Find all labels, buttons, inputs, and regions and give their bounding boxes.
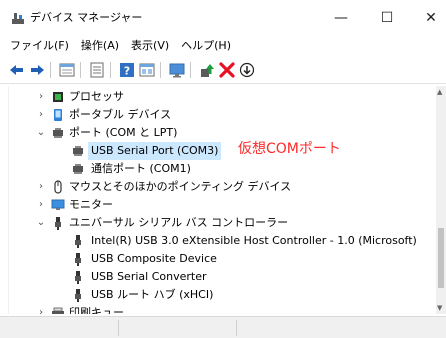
toolbar-separator xyxy=(80,62,81,78)
usb-icon xyxy=(75,235,81,248)
toolbar-separator xyxy=(50,62,51,78)
tree-item-print-queues[interactable]: › 印刷キュー xyxy=(9,304,429,314)
uninstall-icon[interactable] xyxy=(218,61,236,79)
details-icon[interactable] xyxy=(88,61,106,79)
port-icon xyxy=(73,146,83,156)
usb-icon xyxy=(55,217,61,230)
menu-action[interactable]: 操作(A) xyxy=(77,36,123,56)
tree-item-label: ポータブル デバイス xyxy=(69,108,172,121)
tree-item-com1[interactable]: 通信ポート (COM1) xyxy=(9,160,429,178)
download-icon[interactable] xyxy=(238,61,256,79)
tree-item-label: USB Serial Port (COM3) xyxy=(88,142,222,160)
tree-item-label: マウスとそのほかのポインティング デバイス xyxy=(69,180,292,193)
toolbar-separator xyxy=(110,62,111,78)
collapse-chevron-icon[interactable]: ⌄ xyxy=(35,125,47,141)
properties-icon[interactable] xyxy=(58,61,76,79)
menu-file[interactable]: ファイル(F) xyxy=(6,36,73,56)
tree-item-monitors[interactable]: › モニター xyxy=(9,196,429,214)
tree-item-usb-serial-port[interactable]: USB Serial Port (COM3) xyxy=(9,142,429,160)
toolbar: ? xyxy=(0,56,446,84)
tree-item-ports[interactable]: ⌄ ポート (COM と LPT) xyxy=(9,124,429,142)
scroll-up-icon[interactable]: ▲ xyxy=(437,88,442,96)
minimize-button[interactable]: — xyxy=(326,6,356,30)
monitor-icon xyxy=(51,199,65,210)
tree-item-label: 通信ポート (COM1) xyxy=(91,162,191,175)
help-icon[interactable]: ? xyxy=(118,61,136,79)
maximize-button[interactable]: ☐ xyxy=(372,6,402,30)
tree-item-portable-devices[interactable]: › ポータブル デバイス xyxy=(9,106,429,124)
svg-text:?: ? xyxy=(124,65,130,78)
toolbar-separator xyxy=(190,62,191,78)
tree-item-label: ユニバーサル シリアル バス コントローラー xyxy=(69,216,289,229)
virtual-com-port-annotation: 仮想COMポート xyxy=(238,141,341,157)
tree-item-mice[interactable]: › マウスとそのほかのポインティング デバイス xyxy=(9,178,429,196)
scrollbar-thumb[interactable] xyxy=(438,228,444,288)
window-title: デバイス マネージャー xyxy=(30,11,143,24)
close-button[interactable]: ✕ xyxy=(416,6,446,30)
monitor-icon[interactable] xyxy=(168,61,186,79)
scroll-down-icon[interactable]: ▼ xyxy=(437,304,442,312)
portable-device-icon xyxy=(54,109,62,121)
port-icon xyxy=(73,164,83,174)
forward-icon[interactable] xyxy=(28,61,46,79)
expand-chevron-icon[interactable]: › xyxy=(35,197,47,213)
tree-item-label: ポート (COM と LPT) xyxy=(69,126,178,139)
expand-chevron-icon[interactable]: › xyxy=(35,179,47,195)
expand-chevron-icon[interactable]: › xyxy=(35,107,47,123)
tree-item-usb-root-hub[interactable]: USB ルート ハブ (xHCI) xyxy=(9,286,429,304)
status-divider xyxy=(236,320,237,336)
tree-item-label: USB ルート ハブ (xHCI) xyxy=(91,288,214,301)
title-bar: デバイス マネージャー — ☐ ✕ xyxy=(0,0,446,36)
tree-item-label: USB Composite Device xyxy=(91,252,217,265)
mouse-icon xyxy=(54,180,62,194)
tree-item-usb-controllers[interactable]: ⌄ ユニバーサル シリアル バス コントローラー xyxy=(9,214,429,232)
usb-icon xyxy=(75,253,81,266)
collapse-chevron-icon[interactable]: ⌄ xyxy=(35,215,47,231)
tree-item-label: 印刷キュー xyxy=(69,306,124,314)
usb-icon xyxy=(75,271,81,284)
tree-item-processor[interactable]: › プロセッサ xyxy=(9,88,429,106)
menu-view[interactable]: 表示(V) xyxy=(127,36,173,56)
printer-icon xyxy=(52,307,64,314)
device-manager-icon xyxy=(12,13,24,24)
view-icon[interactable] xyxy=(138,61,156,79)
device-tree[interactable]: › プロセッサ › ポータブル デバイス ⌄ ポート (COM と LPT) U… xyxy=(8,86,438,314)
tree-item-intel-host-controller[interactable]: Intel(R) USB 3.0 eXtensible Host Control… xyxy=(9,232,429,250)
toolbar-separator xyxy=(160,62,161,78)
expand-chevron-icon[interactable]: › xyxy=(35,89,47,105)
usb-icon xyxy=(75,289,81,302)
status-bar xyxy=(0,316,446,338)
menu-bar: ファイル(F) 操作(A) 表示(V) ヘルプ(H) xyxy=(0,36,446,56)
tree-item-label: USB Serial Converter xyxy=(91,270,207,283)
tree-item-label: Intel(R) USB 3.0 eXtensible Host Control… xyxy=(91,234,417,247)
tree-item-usb-composite[interactable]: USB Composite Device xyxy=(9,250,429,268)
tree-item-usb-serial-converter[interactable]: USB Serial Converter xyxy=(9,268,429,286)
update-driver-icon[interactable] xyxy=(198,61,216,79)
back-icon[interactable] xyxy=(8,61,26,79)
menu-help[interactable]: ヘルプ(H) xyxy=(177,36,235,56)
tree-item-label: モニター xyxy=(69,198,113,211)
vertical-scrollbar[interactable]: ▲ ▼ xyxy=(436,86,446,314)
status-divider xyxy=(118,320,119,336)
port-icon xyxy=(53,128,63,138)
processor-icon xyxy=(53,92,63,102)
tree-item-label: プロセッサ xyxy=(69,90,124,103)
expand-chevron-icon[interactable]: › xyxy=(35,305,47,314)
